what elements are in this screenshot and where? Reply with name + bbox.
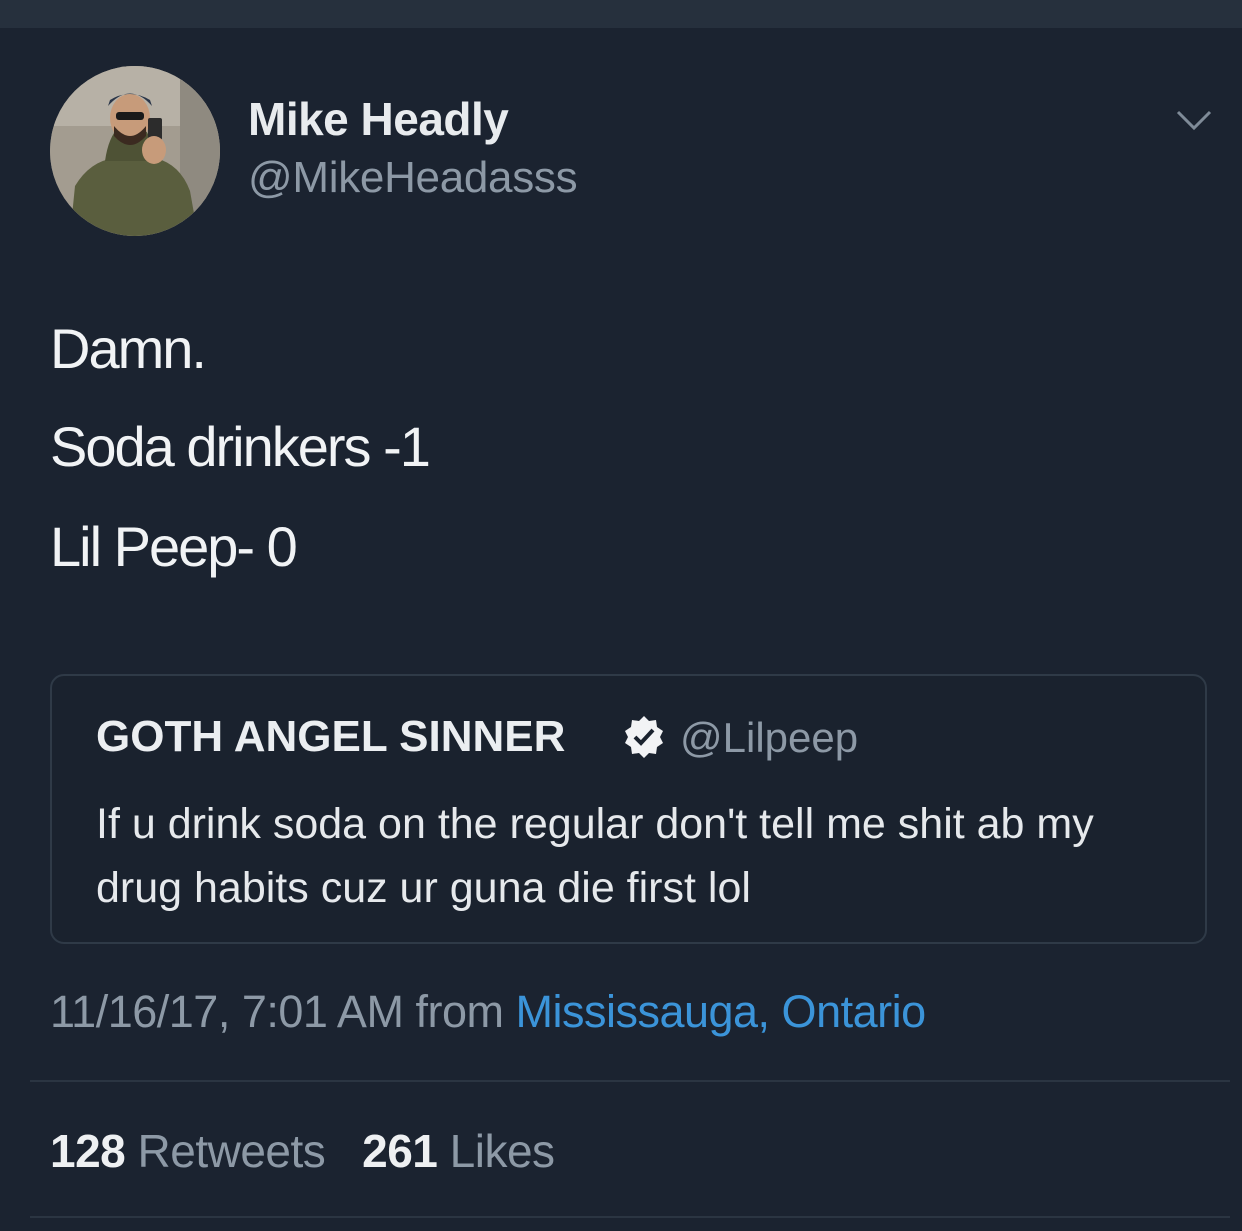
verified-badge-icon [625,716,663,758]
quoted-handle: @Lilpeep [680,714,859,761]
retweets-stat[interactable]: 128 Retweets [50,1125,338,1177]
tweet-meta: 11/16/17, 7:01 AM from Mississauga, Onta… [50,986,926,1038]
tweet-text-line: Lil Peep- 0 [50,515,298,578]
chevron-down-icon[interactable] [1172,102,1216,136]
tweet-text-line: Damn. [50,317,207,380]
quoted-display-name: GOTH ANGEL SINNER [96,712,566,761]
retweets-count: 128 [50,1125,126,1177]
quoted-tweet-card[interactable]: GOTH ANGEL SINNER @Lilpeep If u drink so… [50,674,1207,944]
tweet-screen: Mike Headly @MikeHeadasss Damn. Soda dri… [0,0,1242,1231]
top-bar [0,0,1242,28]
location-link[interactable]: Mississauga, Ontario [515,986,926,1037]
divider [30,1080,1230,1082]
author-handle[interactable]: @MikeHeadasss [248,153,578,203]
from-label: from [415,986,504,1037]
timestamp[interactable]: 11/16/17, 7:01 AM [50,986,404,1037]
likes-stat[interactable]: 261 Likes [362,1125,555,1177]
author-avatar[interactable] [50,66,220,236]
avatar-photo-icon [50,66,220,236]
divider [30,1216,1230,1218]
likes-label: Likes [449,1125,555,1177]
retweets-label: Retweets [137,1125,326,1177]
tweet-text-line: Soda drinkers -1 [50,415,431,478]
tweet-stats: 128 Retweets 261 Likes [50,1124,555,1178]
author-display-name[interactable]: Mike Headly [248,92,509,146]
likes-count: 261 [362,1125,438,1177]
quoted-tweet-text: If u drink soda on the regular don't tel… [96,800,1094,912]
